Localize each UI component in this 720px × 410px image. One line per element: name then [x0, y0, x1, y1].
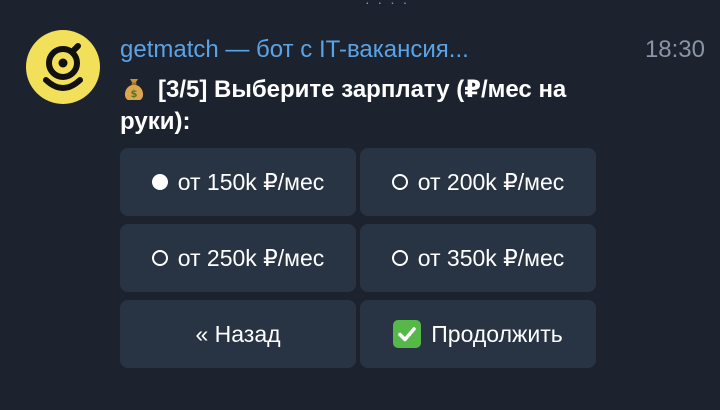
salary-option-200k-button[interactable]: от 200k ₽/мес	[360, 148, 596, 216]
message-body: [3/5] Выберите зарплату (₽/мес на руки):	[120, 76, 567, 135]
message-time: 18:30	[644, 36, 705, 63]
radio-empty-icon	[391, 174, 408, 190]
continue-label: Продолжить	[431, 320, 563, 347]
sender-name[interactable]: getmatch — бот с IT-вакансия...	[120, 36, 469, 64]
money-bag-icon: $	[124, 79, 144, 100]
salary-option-label: от 150k ₽/мес	[177, 168, 325, 195]
radio-empty-icon	[151, 250, 168, 266]
back-label: « Назад	[195, 320, 281, 347]
previous-message-fragment: · · · · ·	[365, 0, 415, 4]
radio-selected-icon	[151, 174, 168, 190]
back-button[interactable]: « Назад	[120, 300, 356, 368]
salary-option-label: от 350k ₽/мес	[417, 244, 565, 271]
salary-option-250k-button[interactable]: от 250k ₽/мес	[120, 224, 356, 292]
bot-avatar[interactable]	[26, 30, 100, 104]
radio-empty-icon	[391, 250, 408, 266]
message-text: $ [3/5] Выберите зарплату (₽/мес на руки…	[120, 74, 620, 138]
salary-option-label: от 250k ₽/мес	[177, 244, 325, 271]
getmatch-logo-icon	[43, 43, 83, 91]
svg-text:$: $	[131, 89, 138, 100]
salary-option-350k-button[interactable]: от 350k ₽/мес	[360, 224, 596, 292]
salary-option-label: от 200k ₽/мес	[417, 168, 565, 195]
check-mark-icon	[393, 320, 422, 348]
salary-option-150k-button[interactable]: от 150k ₽/мес	[120, 148, 356, 216]
continue-button[interactable]: Продолжить	[360, 300, 596, 368]
